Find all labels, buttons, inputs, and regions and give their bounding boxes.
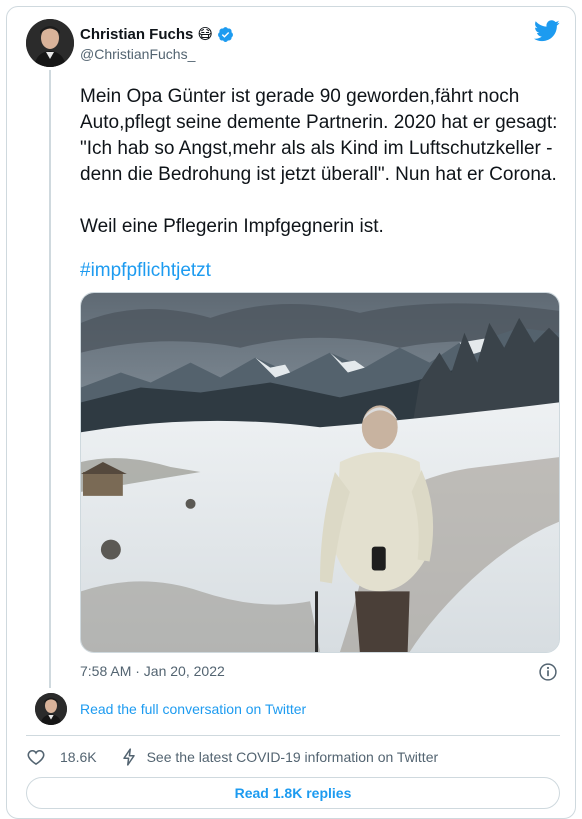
- thread-line: [49, 70, 51, 688]
- tweet-photo[interactable]: [80, 292, 560, 653]
- tweet-text: Mein Opa Günter ist gerade 90 geworden,f…: [80, 86, 558, 237]
- tweet-timestamp[interactable]: 7:58 AM · Jan 20, 2022: [80, 663, 225, 679]
- hashtag-link[interactable]: #impfpflichtjetzt: [80, 258, 211, 284]
- heart-icon[interactable]: [26, 747, 46, 767]
- read-replies-button[interactable]: Read 1.8K replies: [26, 777, 560, 809]
- author-avatar[interactable]: [26, 19, 74, 67]
- likes-count[interactable]: 18.6K: [60, 749, 97, 765]
- bolt-icon: [122, 748, 135, 766]
- twitter-bird-icon[interactable]: [534, 20, 560, 42]
- action-row: 18.6K See the latest COVID-19 informatio…: [26, 745, 438, 769]
- author-name-row[interactable]: Christian Fuchs 😷: [80, 24, 234, 44]
- author-avatar-small[interactable]: [35, 693, 67, 725]
- verified-badge-icon: [218, 26, 233, 42]
- author-handle[interactable]: @ChristianFuchs_: [80, 46, 195, 62]
- info-icon[interactable]: [538, 662, 558, 682]
- read-conversation-link[interactable]: Read the full conversation on Twitter: [80, 701, 306, 717]
- covid-info-link[interactable]: See the latest COVID-19 information on T…: [147, 749, 439, 765]
- author-name[interactable]: Christian Fuchs: [80, 26, 193, 43]
- divider: [26, 735, 560, 736]
- mask-emoji-icon: 😷: [197, 25, 213, 43]
